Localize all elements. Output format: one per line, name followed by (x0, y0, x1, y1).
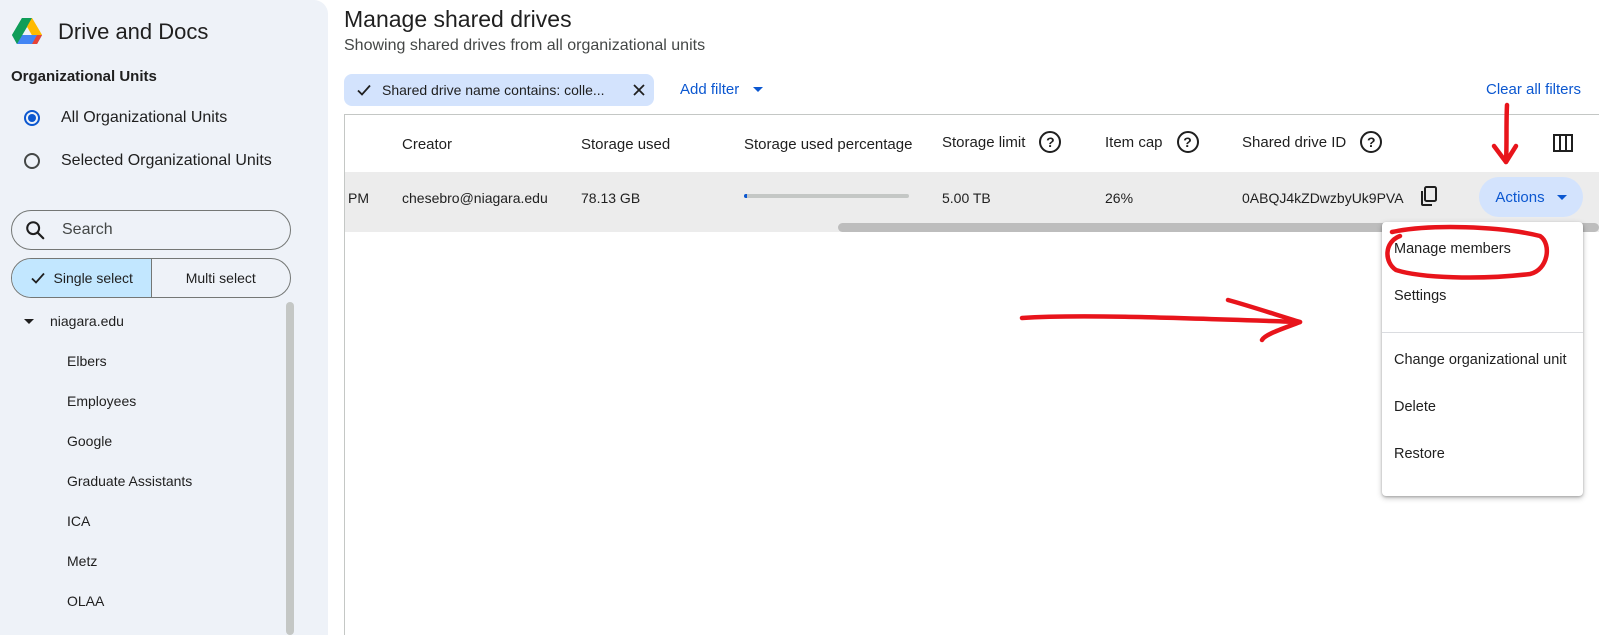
column-label: Item cap (1105, 133, 1163, 151)
add-filter-button[interactable]: Add filter (680, 81, 764, 98)
tree-item-child[interactable]: ICA (67, 513, 90, 529)
tree-item-child[interactable]: OLAA (67, 593, 104, 609)
actions-label: Actions (1495, 188, 1545, 206)
radio-unchecked-icon[interactable] (24, 153, 40, 169)
tree-item-child[interactable]: Employees (67, 393, 136, 409)
check-icon (357, 84, 371, 96)
menu-item-change-org-unit[interactable]: Change organizational unit (1394, 352, 1567, 368)
cell-creator: chesebro@niagara.edu (402, 190, 548, 206)
help-icon[interactable]: ? (1039, 131, 1062, 153)
tree-item-child[interactable]: Google (67, 433, 112, 449)
radio-selected-label: Selected Organizational Units (61, 152, 272, 169)
expand-caret-icon[interactable] (24, 318, 34, 324)
tree-scrollbar[interactable] (286, 302, 294, 635)
chevron-down-icon (753, 87, 764, 92)
multi-select-button[interactable]: Multi select (152, 259, 291, 297)
clear-all-filters-link[interactable]: Clear all filters (1486, 81, 1581, 98)
single-select-button[interactable]: Single select (12, 259, 152, 297)
ou-search-box[interactable] (11, 210, 291, 250)
actions-menu: Manage members Settings Change organizat… (1382, 222, 1583, 496)
search-icon (26, 221, 45, 240)
cell-created-time: PM (348, 190, 369, 206)
radio-checked-icon[interactable] (24, 110, 40, 126)
column-label: Shared drive ID (1242, 133, 1347, 151)
tree-item-root[interactable]: niagara.edu (24, 313, 124, 329)
column-header-drive-id[interactable]: Shared drive ID? (1242, 131, 1383, 153)
page-subtitle: Showing shared drives from all organizat… (344, 37, 706, 54)
cell-item-cap: 26% (1105, 190, 1134, 206)
column-header-storage-percentage[interactable]: Storage used percentage (744, 136, 912, 153)
column-label: Storage used percentage (744, 136, 913, 153)
org-units-heading: Organizational Units (11, 68, 157, 85)
google-drive-logo-icon (12, 18, 42, 44)
column-header-storage-limit[interactable]: Storage limit? (942, 131, 1062, 153)
copy-icon[interactable] (1418, 185, 1440, 207)
single-select-label: Single select (53, 270, 133, 286)
ou-search-input[interactable] (62, 221, 262, 239)
radio-all-org-units[interactable]: All Organizational Units (24, 109, 227, 127)
brand: Drive and Docs (12, 18, 208, 46)
close-icon[interactable] (632, 83, 646, 97)
storage-progress-fill (744, 194, 747, 198)
multi-select-label: Multi select (185, 270, 256, 286)
filter-chip-label: Shared drive name contains: colle... (382, 82, 605, 98)
menu-item-manage-members[interactable]: Manage members (1394, 241, 1511, 257)
app-title: Drive and Docs (58, 19, 209, 44)
help-icon[interactable]: ? (1176, 131, 1199, 153)
radio-selected-org-units[interactable]: Selected Organizational Units (24, 152, 272, 170)
select-mode-toggle: Single select Multi select (11, 258, 291, 298)
column-label: Storage used (581, 136, 671, 153)
menu-item-restore[interactable]: Restore (1394, 446, 1445, 462)
menu-divider (1382, 332, 1583, 333)
column-header-storage-used[interactable]: Storage used (581, 136, 670, 153)
column-label: Creator (402, 136, 453, 153)
column-header-item-cap[interactable]: Item cap? (1105, 131, 1199, 153)
tree-root-label: niagara.edu (50, 313, 124, 329)
cell-storage-limit: 5.00 TB (942, 190, 991, 206)
column-label: Storage limit (942, 133, 1026, 151)
cell-storage-used: 78.13 GB (581, 190, 641, 206)
tree-item-child[interactable]: Elbers (67, 353, 107, 369)
menu-item-delete[interactable]: Delete (1394, 399, 1436, 415)
column-picker-icon[interactable] (1553, 134, 1573, 152)
add-filter-label: Add filter (680, 81, 740, 98)
radio-all-label: All Organizational Units (61, 109, 228, 126)
column-header-creator[interactable]: Creator (402, 136, 452, 153)
check-icon (30, 272, 45, 284)
page-title: Manage shared drives (344, 6, 572, 32)
menu-item-settings[interactable]: Settings (1394, 288, 1446, 304)
tree-item-child[interactable]: Metz (67, 553, 97, 569)
sidebar: Drive and Docs Organizational Units All … (0, 0, 328, 635)
help-icon[interactable]: ? (1360, 131, 1383, 153)
actions-button[interactable]: Actions (1479, 177, 1583, 217)
storage-progress-bar (744, 194, 909, 198)
tree-item-child[interactable]: Graduate Assistants (67, 473, 192, 489)
cell-drive-id: 0ABQJ4kZDwzbyUk9PVA (1242, 190, 1404, 206)
filter-chip[interactable]: Shared drive name contains: colle... (344, 74, 654, 106)
chevron-down-icon (1556, 194, 1567, 200)
